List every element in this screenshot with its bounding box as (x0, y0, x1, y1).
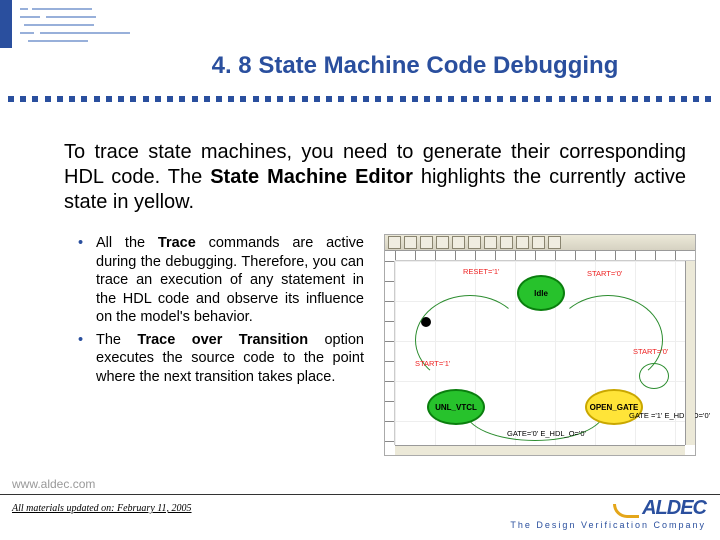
brand-tagline: The Design Verification Company (510, 520, 706, 530)
tool-icon (516, 236, 529, 249)
transition-label: RESET='1' (463, 267, 499, 276)
tool-icon (468, 236, 481, 249)
tool-icon (500, 236, 513, 249)
scrollbar-vertical (685, 261, 695, 445)
tool-icon (420, 236, 433, 249)
tool-icon (388, 236, 401, 249)
bullet-pre: The (96, 332, 137, 348)
scrollbar-horizontal (395, 445, 685, 455)
state-idle: Idle (517, 275, 565, 311)
tool-icon (532, 236, 545, 249)
transition-label: START='0' (587, 269, 622, 278)
divider-dots (0, 96, 720, 106)
tool-icon (548, 236, 561, 249)
slide-title: 4. 8 State Machine Code Debugging (0, 52, 720, 80)
footer-website: www.aldec.com (12, 477, 95, 491)
ruler-vertical (385, 261, 395, 445)
self-loop-arc (639, 363, 669, 389)
bullet-item: • The Trace over Transition option execu… (78, 331, 364, 387)
state-machine-diagram: Idle UNL_VTCL OPEN_GATE RESET='1' START=… (384, 234, 696, 456)
intro-paragraph: To trace state machines, you need to gen… (64, 140, 686, 215)
tool-icon (452, 236, 465, 249)
tool-icon (436, 236, 449, 249)
transition-arc (415, 295, 525, 385)
tool-icon (484, 236, 497, 249)
bullet-marker: • (78, 331, 96, 387)
brand-text: ALDEC (642, 497, 706, 520)
tool-icon (404, 236, 417, 249)
intro-bold: State Machine Editor (210, 166, 413, 188)
bullet-list: • All the Trace commands are active duri… (78, 234, 364, 390)
diagram-toolbar (385, 235, 695, 251)
header-band (0, 0, 720, 48)
transition-label: START='1' (415, 359, 450, 368)
decorative-corner (20, 6, 140, 42)
bullet-text: The Trace over Transition option execute… (96, 331, 364, 387)
brand-name: ALDEC (510, 497, 706, 520)
logo-swoosh-icon (613, 504, 639, 518)
guard-label: GATE='0' E_HDL_O='0' (507, 429, 586, 438)
footer-logo: ALDEC The Design Verification Company (510, 497, 706, 530)
guard-label: GATE ='1' E_HDL_O='0' (629, 411, 710, 420)
state-unl-vtcl: UNL_VTCL (427, 389, 485, 425)
ruler-horizontal (395, 251, 695, 261)
bullet-bold: Trace (158, 235, 196, 251)
bullet-text: All the Trace commands are active during… (96, 234, 364, 327)
footer-updated: All materials updated on: February 11, 2… (12, 503, 192, 514)
bullet-marker: • (78, 234, 96, 327)
bullet-item: • All the Trace commands are active duri… (78, 234, 364, 327)
footer: www.aldec.com All materials updated on: … (0, 494, 720, 540)
bullet-bold: Trace over Transition (137, 332, 308, 348)
bullet-pre: All the (96, 235, 158, 251)
diagram-canvas: Idle UNL_VTCL OPEN_GATE RESET='1' START=… (395, 261, 685, 445)
transition-label: START='0' (633, 347, 668, 356)
